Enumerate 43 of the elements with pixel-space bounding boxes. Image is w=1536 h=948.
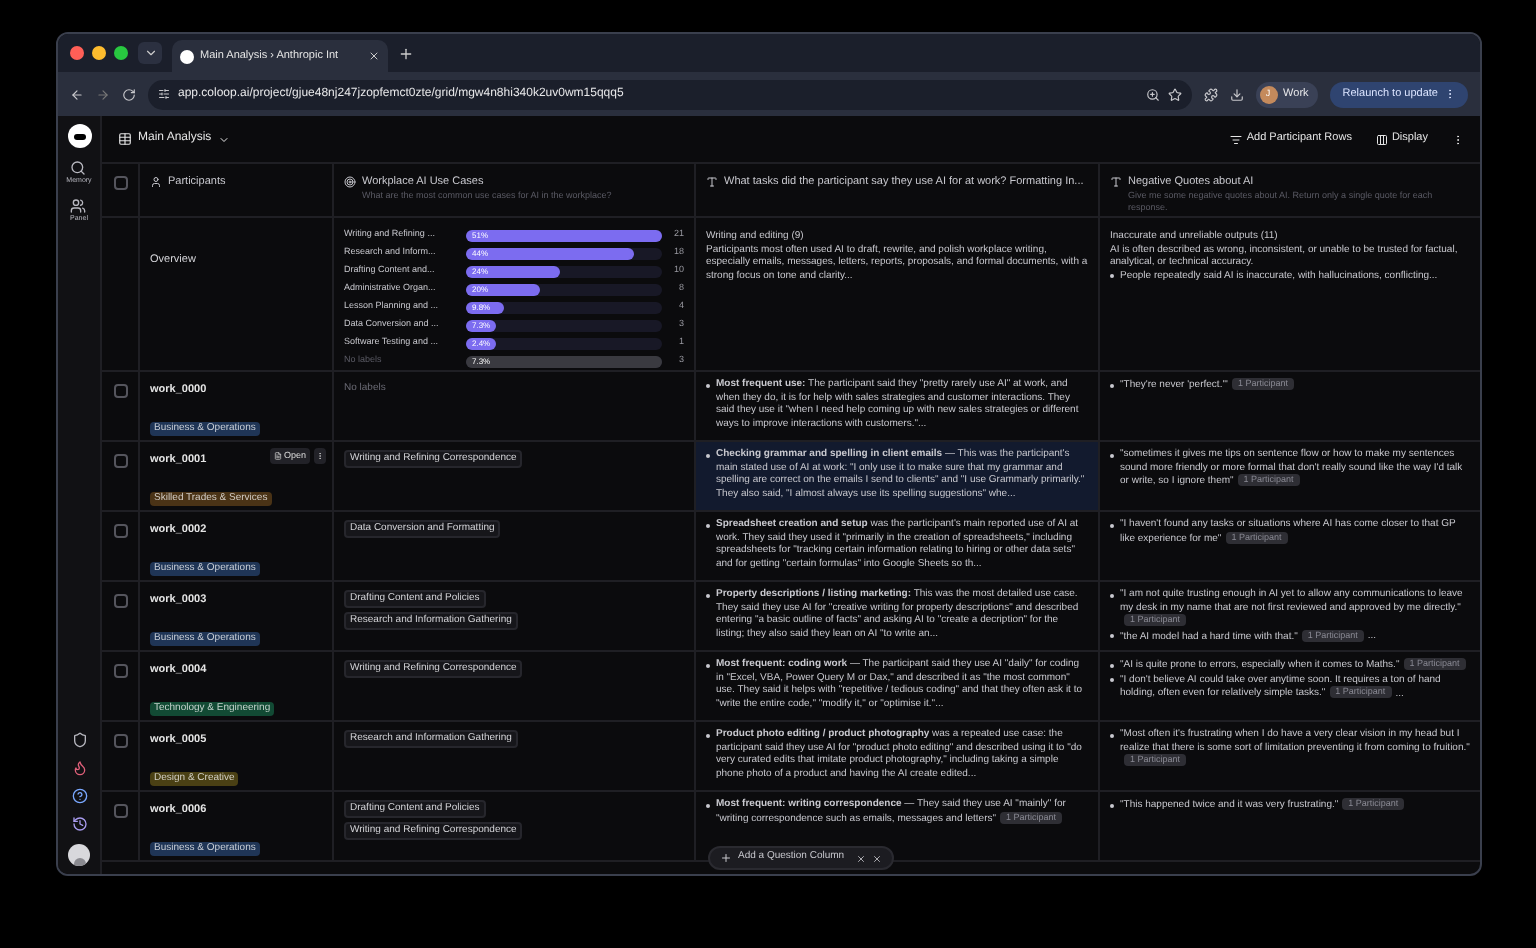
help-icon[interactable] — [71, 788, 87, 804]
app-logo-icon — [67, 124, 91, 148]
checkbox[interactable] — [113, 384, 127, 398]
shield-icon[interactable] — [71, 732, 87, 748]
forward-icon[interactable] — [96, 87, 110, 101]
zoom-icon[interactable] — [1145, 87, 1160, 101]
filter-icon — [1230, 133, 1243, 145]
target-icon — [344, 176, 356, 189]
maximize-window-icon[interactable] — [114, 46, 128, 60]
table-icon — [118, 132, 132, 146]
site-settings-icon[interactable] — [158, 88, 170, 100]
caret-icon — [143, 46, 157, 60]
search-icon — [70, 160, 87, 176]
back-icon[interactable] — [70, 87, 84, 101]
checkbox[interactable] — [113, 734, 127, 748]
columns-icon — [1375, 133, 1388, 145]
history-icon[interactable] — [71, 816, 87, 832]
checkbox[interactable] — [113, 454, 127, 468]
new-tab-icon[interactable] — [398, 45, 414, 61]
more-button[interactable] — [314, 448, 326, 464]
checkbox[interactable] — [113, 594, 127, 608]
checkbox[interactable] — [113, 804, 127, 818]
bookmark-star-icon[interactable] — [1167, 87, 1182, 101]
flame-icon[interactable] — [71, 760, 87, 776]
close-tab-icon[interactable] — [368, 50, 380, 62]
checkbox[interactable] — [113, 664, 127, 678]
close-window-icon[interactable] — [70, 46, 84, 60]
people-icon — [70, 198, 87, 214]
checkbox[interactable] — [113, 176, 127, 190]
site-logo-icon — [180, 49, 194, 63]
document-icon — [273, 452, 282, 460]
plus-icon — [720, 852, 732, 864]
caret-icon — [217, 133, 230, 145]
checkbox[interactable] — [113, 524, 127, 538]
text-type-icon — [706, 176, 718, 189]
extensions-icon[interactable] — [1203, 87, 1218, 101]
reload-icon[interactable] — [122, 87, 136, 101]
text-type-icon — [1110, 176, 1122, 189]
minimize-window-icon[interactable] — [92, 46, 106, 60]
tab-list-button[interactable] — [138, 42, 162, 64]
user-avatar[interactable] — [68, 844, 90, 866]
person-icon — [150, 176, 162, 189]
download-icon[interactable] — [1229, 87, 1244, 101]
